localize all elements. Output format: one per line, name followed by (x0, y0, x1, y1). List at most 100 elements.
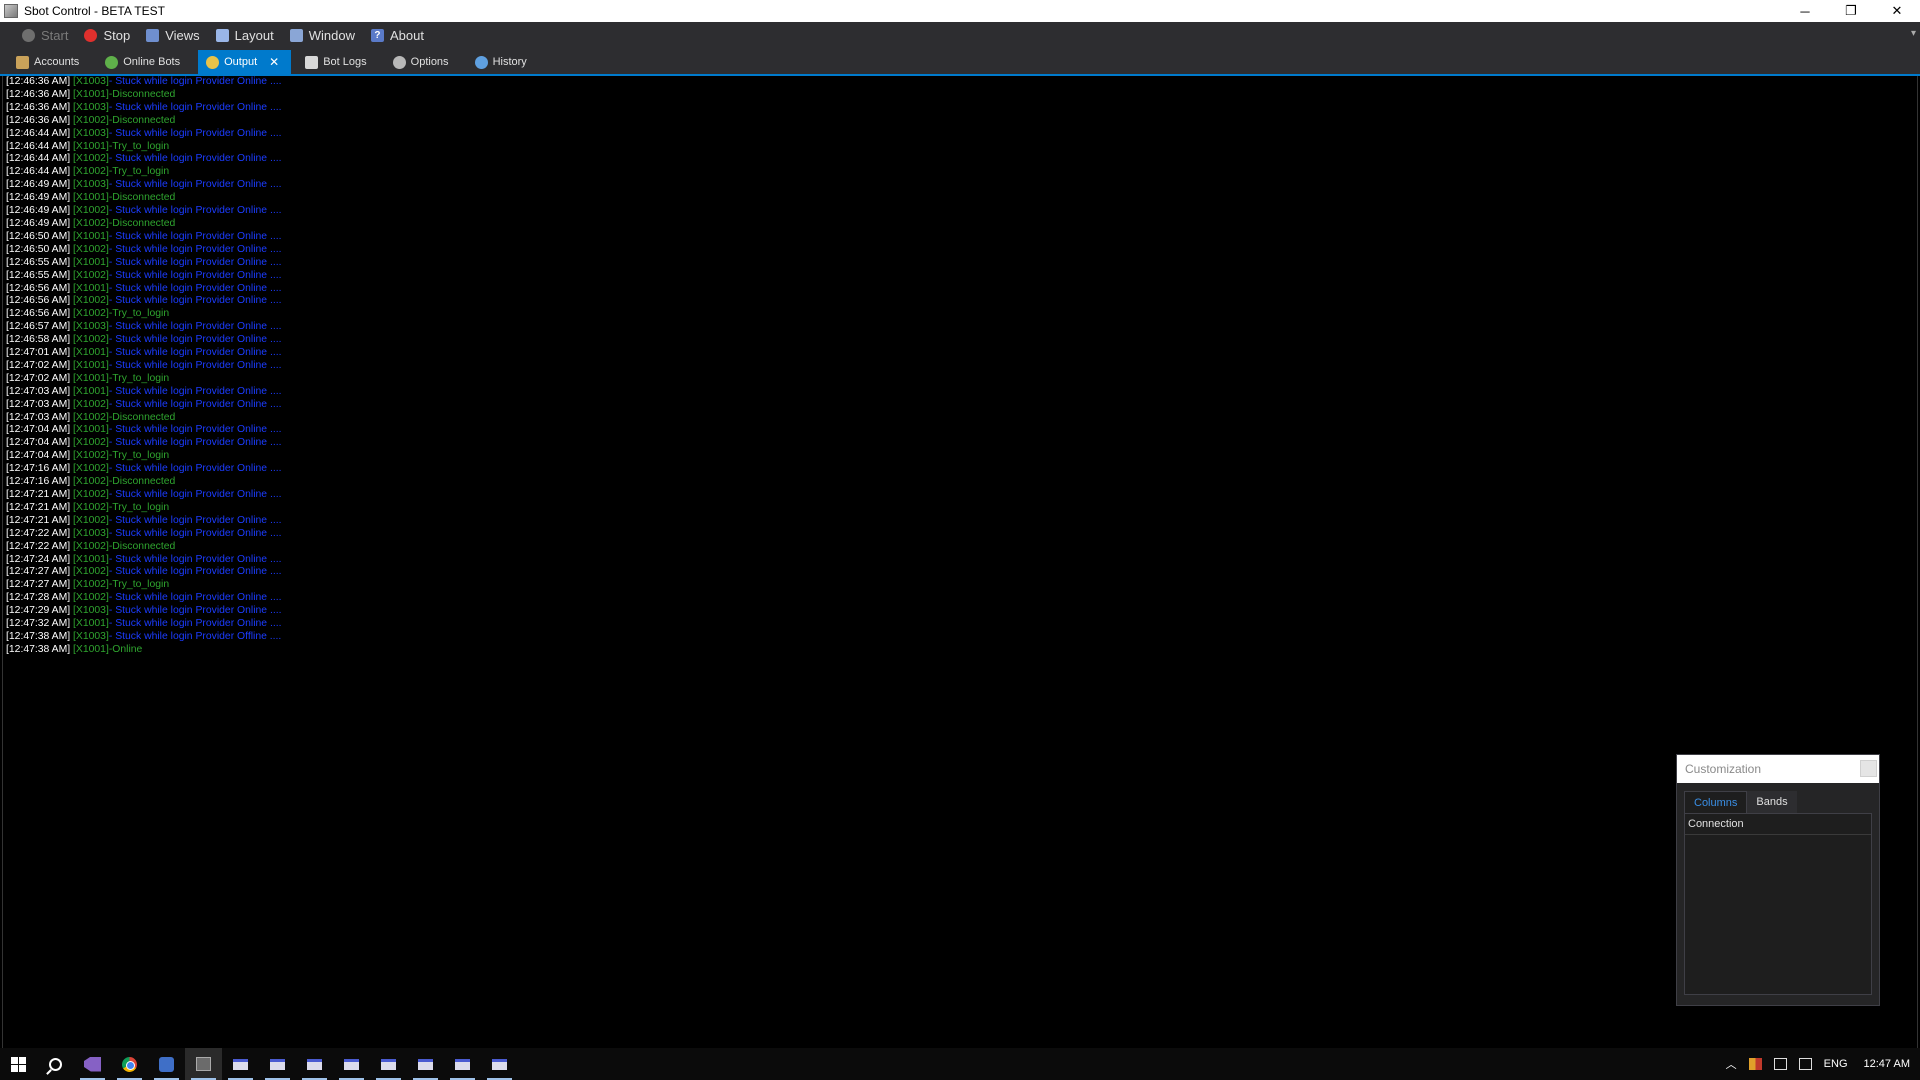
restore-button[interactable]: ❐ (1828, 0, 1874, 22)
tray-network[interactable] (1768, 1048, 1793, 1080)
customization-header: Customization (1677, 755, 1879, 783)
log-message: - Stuck while login Provider Online .... (108, 592, 282, 604)
log-bot-id: [X1003] (73, 101, 109, 113)
log-bot-id: [X1003] (73, 127, 109, 139)
log-timestamp: [12:47:32 AM] (6, 618, 71, 630)
tab-columns[interactable]: Columns (1684, 791, 1748, 813)
log-line: [12:47:24 AM] [X1001]- Stuck while login… (6, 554, 1917, 567)
taskbar-sbot-control[interactable] (185, 1048, 222, 1080)
menu-about[interactable]: ? About (363, 22, 432, 48)
column-item-connection[interactable]: Connection (1685, 814, 1871, 835)
tray-volume[interactable] (1793, 1048, 1818, 1080)
log-timestamp: [12:46:36 AM] (6, 88, 71, 100)
log-message: -Disconnected (108, 217, 176, 229)
taskbar-window-2[interactable] (259, 1048, 296, 1080)
taskbar-visual-studio[interactable] (74, 1048, 111, 1080)
log-line: [12:47:03 AM] [X1001]- Stuck while login… (6, 386, 1917, 399)
minimize-button[interactable]: ─ (1782, 0, 1828, 22)
log-bot-id: [X1002] (73, 514, 109, 526)
taskbar-window-4[interactable] (333, 1048, 370, 1080)
tab-history[interactable]: History (467, 50, 539, 74)
log-timestamp: [12:46:57 AM] (6, 321, 71, 333)
output-log[interactable]: [12:46:36 AM] [X1003]- Stuck while login… (2, 76, 1918, 1048)
bot-logs-icon (305, 55, 319, 69)
log-timestamp: [12:47:04 AM] (6, 437, 71, 449)
log-line: [12:46:50 AM] [X1001]- Stuck while login… (6, 231, 1917, 244)
taskbar-window-6[interactable] (407, 1048, 444, 1080)
log-timestamp: [12:47:38 AM] (6, 643, 71, 655)
log-line: [12:47:04 AM] [X1002]- Stuck while login… (6, 437, 1917, 450)
tab-online-bots[interactable]: Online Bots (97, 50, 192, 74)
log-line: [12:46:44 AM] [X1003]- Stuck while login… (6, 128, 1917, 141)
log-timestamp: [12:47:24 AM] (6, 553, 71, 565)
menu-overflow-icon[interactable]: ▾ (1911, 28, 1916, 39)
window-controls: ─ ❐ ✕ (1782, 0, 1920, 22)
log-timestamp: [12:46:49 AM] (6, 192, 71, 204)
log-message: - Stuck while login Provider Online .... (108, 527, 282, 539)
menu-start[interactable]: Start (14, 22, 76, 48)
log-line: [12:47:28 AM] [X1002]- Stuck while login… (6, 592, 1917, 605)
log-message: -Try_to_login (108, 372, 170, 384)
customization-close-button[interactable] (1860, 760, 1877, 777)
log-timestamp: [12:46:56 AM] (6, 282, 71, 294)
tab-output[interactable]: Output ✕ (198, 50, 292, 74)
log-bot-id: [X1001] (73, 347, 109, 359)
log-timestamp: [12:47:02 AM] (6, 359, 71, 371)
menu-layout[interactable]: Layout (208, 22, 282, 48)
taskbar-window-7[interactable] (444, 1048, 481, 1080)
log-timestamp: [12:46:49 AM] (6, 179, 71, 191)
log-line: [12:46:36 AM] [X1002]-Disconnected (6, 115, 1917, 128)
show-hidden-icons-button[interactable]: ︿ (1720, 1048, 1743, 1080)
log-message: - Stuck while login Provider Online .... (108, 566, 282, 578)
language-indicator[interactable]: ENG (1818, 1048, 1854, 1080)
system-tray: ︿ ENG 12:47 AM (1720, 1048, 1920, 1080)
log-timestamp: [12:46:44 AM] (6, 166, 71, 178)
tab-accounts[interactable]: Accounts (8, 50, 91, 74)
start-button[interactable] (0, 1048, 37, 1080)
taskbar-chrome[interactable] (111, 1048, 148, 1080)
window-icon (307, 1058, 322, 1070)
search-button[interactable] (37, 1048, 74, 1080)
menu-views[interactable]: Views (138, 22, 207, 48)
windows-logo-icon (11, 1056, 26, 1072)
history-icon (474, 55, 488, 69)
log-bot-id: [X1001] (73, 88, 109, 100)
taskbar-window-3[interactable] (296, 1048, 333, 1080)
taskbar-window-5[interactable] (370, 1048, 407, 1080)
tab-bands[interactable]: Bands (1747, 791, 1797, 813)
close-window-button[interactable]: ✕ (1874, 0, 1920, 22)
log-timestamp: [12:47:27 AM] (6, 566, 71, 578)
log-bot-id: [X1002] (73, 153, 109, 165)
log-bot-id: [X1003] (73, 605, 109, 617)
log-timestamp: [12:47:21 AM] (6, 514, 71, 526)
tab-bot-logs[interactable]: Bot Logs (297, 50, 378, 74)
menu-window-label: Window (308, 27, 355, 43)
log-bot-id: [X1001] (73, 282, 109, 294)
log-message: -Try_to_login (108, 501, 170, 513)
log-timestamp: [12:47:28 AM] (6, 592, 71, 604)
log-timestamp: [12:46:44 AM] (6, 127, 71, 139)
log-bot-id: [X1001] (73, 230, 109, 242)
log-bot-id: [X1003] (73, 179, 109, 191)
taskbar-app[interactable] (148, 1048, 185, 1080)
menu-window[interactable]: Window (282, 22, 363, 48)
tab-options[interactable]: Options (385, 50, 461, 74)
log-bot-id: [X1002] (73, 166, 109, 178)
log-bot-id: [X1001] (73, 192, 109, 204)
menu-stop[interactable]: Stop (76, 22, 138, 48)
tab-close-icon[interactable]: ✕ (269, 55, 279, 69)
log-message: -Disconnected (108, 540, 176, 552)
log-line: [12:47:22 AM] [X1002]-Disconnected (6, 541, 1917, 554)
log-line: [12:46:36 AM] [X1003]- Stuck while login… (6, 102, 1917, 115)
log-message: -Try_to_login (108, 450, 170, 462)
log-line: [12:47:22 AM] [X1003]- Stuck while login… (6, 528, 1917, 541)
tray-app[interactable] (1743, 1048, 1768, 1080)
taskbar-window-1[interactable] (222, 1048, 259, 1080)
log-message: - Stuck while login Provider Online .... (108, 243, 282, 255)
taskbar-window-8[interactable] (481, 1048, 518, 1080)
log-line: [12:47:04 AM] [X1002]-Try_to_login (6, 450, 1917, 463)
clock[interactable]: 12:47 AM (1854, 1048, 1920, 1080)
log-line: [12:47:21 AM] [X1002]-Try_to_login (6, 502, 1917, 515)
log-bot-id: [X1002] (73, 217, 109, 229)
log-timestamp: [12:46:49 AM] (6, 205, 71, 217)
